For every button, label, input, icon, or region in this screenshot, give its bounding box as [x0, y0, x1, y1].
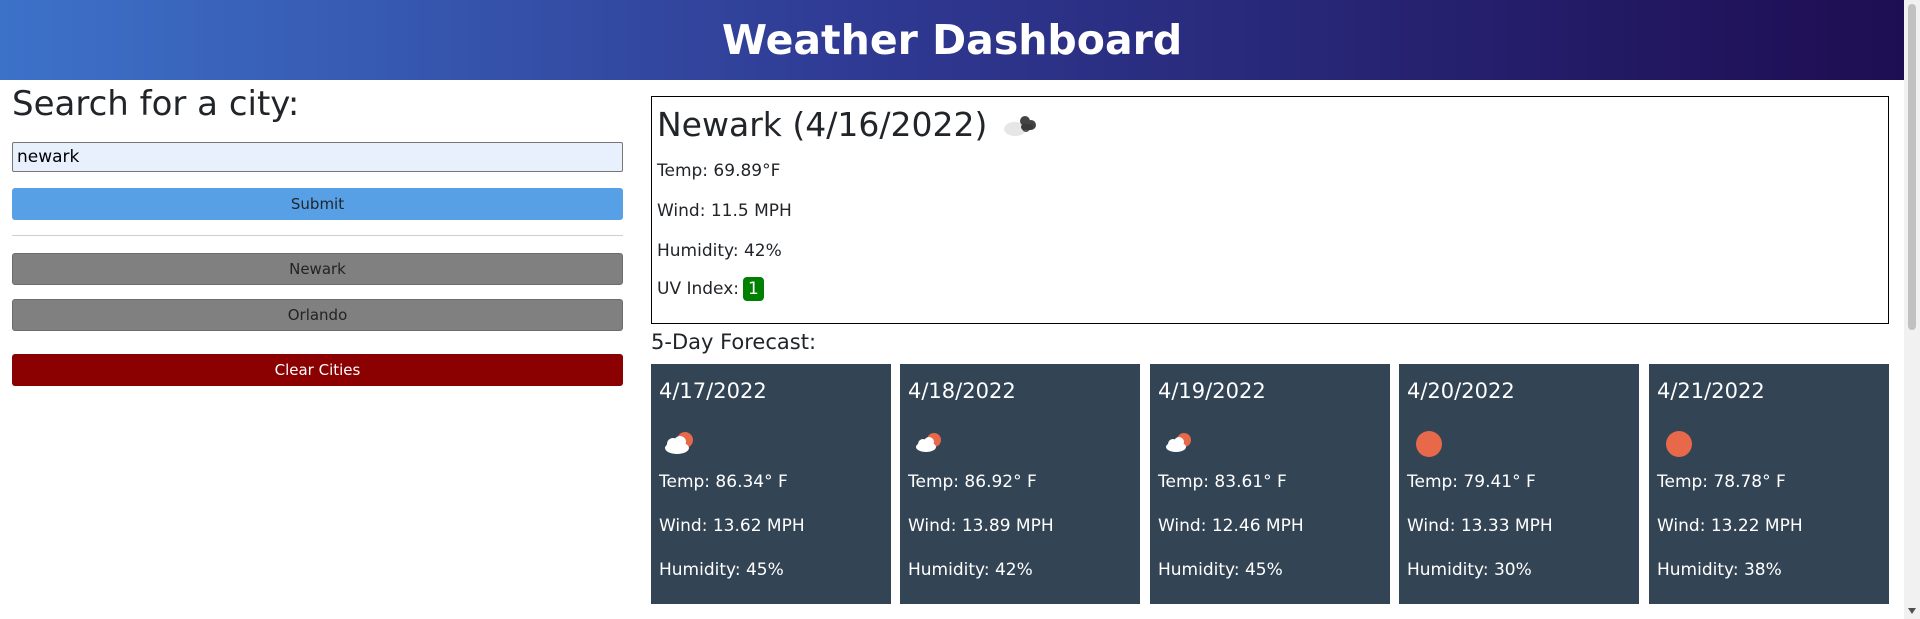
current-temp: Temp: 69.89°F [657, 161, 781, 181]
sun-icon [1666, 431, 1692, 457]
forecast-card: 4/19/2022 Temp: 83.61° F Wind: 12.46 MPH… [1150, 364, 1390, 604]
forecast-temp: Temp: 83.61° F [1158, 472, 1287, 492]
current-humidity: Humidity: 42% [657, 241, 782, 261]
search-divider [12, 235, 623, 236]
sun-icon [1416, 431, 1442, 457]
forecast-humidity: Humidity: 30% [1407, 560, 1532, 580]
partly-cloudy-icon [916, 433, 941, 452]
uv-index-label: UV Index: [657, 279, 740, 299]
city-search-input[interactable] [12, 142, 623, 172]
forecast-wind: Wind: 13.89 MPH [908, 516, 1054, 536]
forecast-humidity: Humidity: 45% [659, 560, 784, 580]
current-weather-card: Newark (4/16/2022) Temp: 69.89°F Wind: 1… [651, 96, 1889, 324]
forecast-date: 4/20/2022 [1407, 379, 1515, 403]
forecast-card: 4/20/2022 Temp: 79.41° F Wind: 13.33 MPH… [1399, 364, 1639, 604]
uv-index-badge: 1 [743, 277, 764, 301]
page-header: Weather Dashboard [0, 0, 1904, 80]
partly-cloudy-icon [1166, 433, 1191, 452]
current-uv: UV Index: 1 [657, 277, 764, 301]
forecast-wind: Wind: 13.62 MPH [659, 516, 805, 536]
forecast-humidity: Humidity: 42% [908, 560, 1033, 580]
current-wind: Wind: 11.5 MPH [657, 201, 792, 221]
current-weather-title: Newark (4/16/2022) [657, 105, 1041, 144]
forecast-date: 4/17/2022 [659, 379, 767, 403]
history-city-button[interactable]: Newark [12, 253, 623, 285]
forecast-wind: Wind: 12.46 MPH [1158, 516, 1304, 536]
forecast-temp: Temp: 86.92° F [908, 472, 1037, 492]
forecast-humidity: Humidity: 38% [1657, 560, 1782, 580]
forecast-date: 4/19/2022 [1158, 379, 1266, 403]
scrollbar-thumb[interactable] [1908, 4, 1916, 330]
forecast-card: 4/17/2022 Temp: 86.34° F Wind: 13.62 MPH… [651, 364, 891, 604]
forecast-card: 4/18/2022 Temp: 86.92° F Wind: 13.89 MPH… [900, 364, 1140, 604]
forecast-humidity: Humidity: 45% [1158, 560, 1283, 580]
scroll-down-arrow-icon[interactable] [1904, 605, 1920, 617]
partly-cloudy-icon [665, 432, 693, 454]
history-city-button[interactable]: Orlando [12, 299, 623, 331]
forecast-date: 4/21/2022 [1657, 379, 1765, 403]
forecast-temp: Temp: 78.78° F [1657, 472, 1786, 492]
submit-button[interactable]: Submit [12, 188, 623, 220]
forecast-temp: Temp: 86.34° F [659, 472, 788, 492]
vertical-scrollbar[interactable] [1904, 0, 1920, 619]
forecast-heading: 5-Day Forecast: [651, 330, 817, 354]
current-city-date: Newark (4/16/2022) [657, 105, 988, 144]
forecast-date: 4/18/2022 [908, 379, 1016, 403]
forecast-temp: Temp: 79.41° F [1407, 472, 1536, 492]
search-heading: Search for a city: [12, 84, 300, 124]
page-title: Weather Dashboard [721, 16, 1183, 64]
forecast-card: 4/21/2022 Temp: 78.78° F Wind: 13.22 MPH… [1649, 364, 1889, 604]
forecast-wind: Wind: 13.33 MPH [1407, 516, 1553, 536]
clouds-icon [1004, 115, 1037, 136]
clear-cities-button[interactable]: Clear Cities [12, 354, 623, 386]
forecast-wind: Wind: 13.22 MPH [1657, 516, 1803, 536]
